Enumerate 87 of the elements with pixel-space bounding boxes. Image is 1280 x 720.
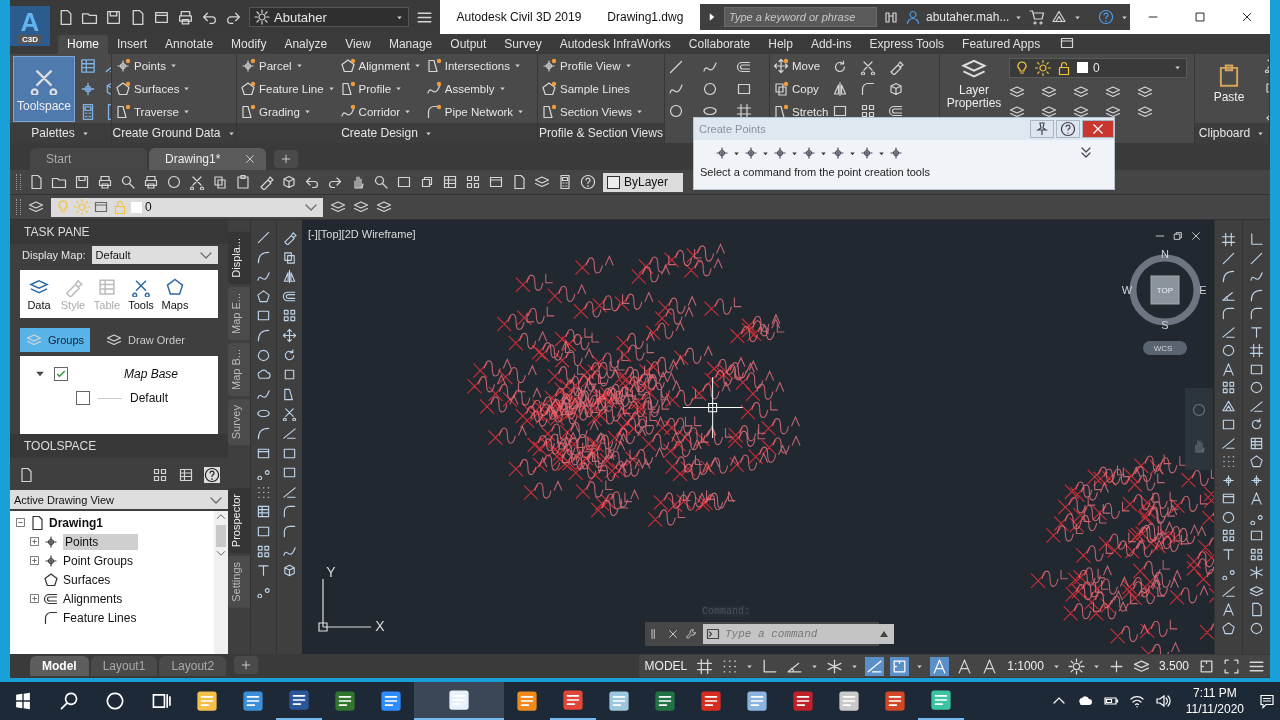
wcs-menu[interactable]: WCS xyxy=(1143,341,1187,355)
tree-item[interactable]: Alignments xyxy=(10,589,214,608)
compass-label[interactable]: E xyxy=(1199,284,1207,296)
layer-dropdown[interactable]: 0 xyxy=(51,197,323,217)
ribbon-tab[interactable]: Help xyxy=(759,35,802,54)
side-tab[interactable]: Prospector xyxy=(228,487,250,554)
ribbon-tool-button[interactable]: Traverse xyxy=(115,102,192,121)
ribbon-tab[interactable]: Featured Apps xyxy=(953,35,1050,54)
side-tab[interactable]: Map B... xyxy=(228,342,250,396)
document-tab[interactable]: Start xyxy=(30,148,147,170)
ribbon-tab[interactable]: Output xyxy=(441,35,496,54)
app-title: Autodesk Civil 3D 2019 xyxy=(456,10,582,24)
layout-tab[interactable]: Layout1 xyxy=(90,656,158,676)
ribbon-tool-button[interactable]: Assembly xyxy=(425,79,526,98)
layer-name[interactable]: Default xyxy=(129,391,168,405)
pane-title: TASK PANE xyxy=(10,220,228,244)
model-space-button[interactable]: MODEL xyxy=(642,659,690,673)
field-label: Display Map: xyxy=(22,249,86,261)
group-name[interactable]: Map Base xyxy=(123,367,178,381)
side-tab[interactable]: Survey xyxy=(228,398,250,445)
ribbon-tool-button[interactable]: Points xyxy=(115,56,192,75)
view-button[interactable]: Groups xyxy=(20,328,91,352)
side-tab[interactable]: Displa... xyxy=(228,232,250,284)
side-tab[interactable]: Settings xyxy=(228,556,250,608)
task-pane-tool[interactable]: Data xyxy=(24,277,54,311)
ribbon-tab[interactable]: Express Tools xyxy=(860,35,954,54)
ribbon-tool-button[interactable]: Alignment xyxy=(339,56,422,75)
annotation-scale-button[interactable]: 1:1000 xyxy=(1005,659,1046,673)
view-button[interactable]: Draw Order xyxy=(100,328,191,352)
ribbon-tool-button[interactable]: Parcel xyxy=(240,56,336,75)
file-name: Drawing1.dwg xyxy=(607,10,684,24)
tree-item[interactable]: Surfaces xyxy=(10,570,214,589)
layer-properties-button[interactable]: Layer Properties xyxy=(943,55,1005,111)
ribbon-tab[interactable]: Add-ins xyxy=(801,35,861,54)
clock[interactable]: 7:11 PM 11/11/2020 xyxy=(1185,685,1244,717)
ribbon-tab[interactable]: View xyxy=(336,35,380,54)
ribbon-tab[interactable]: Modify xyxy=(222,35,276,54)
tree-item[interactable]: Point Groups xyxy=(10,551,214,570)
ribbon-tool-button[interactable]: Move xyxy=(773,56,829,75)
paste-button[interactable]: Paste xyxy=(1198,55,1260,111)
ribbon-tool-button[interactable]: Stretch xyxy=(773,102,829,121)
ribbon-tool-button[interactable]: Surfaces xyxy=(115,79,192,98)
side-tab[interactable]: Map E... xyxy=(228,286,250,340)
linetype-dropdown[interactable]: ByLayer xyxy=(603,172,683,192)
ribbon-tool-button[interactable]: Grading xyxy=(240,102,336,121)
layer-dropdown[interactable]: 0 xyxy=(1009,57,1187,78)
ribbon-tool-button[interactable]: Intersections xyxy=(425,56,526,75)
ribbon-tab[interactable]: Manage xyxy=(379,35,442,54)
lineweight-button[interactable]: 3.500 xyxy=(1156,659,1191,673)
user-menu[interactable]: abutaher.mah... xyxy=(905,9,1024,25)
ribbon-tab[interactable]: Autodesk InfraWorks xyxy=(550,35,680,54)
ribbon-tool-button[interactable]: Sample Lines xyxy=(541,79,645,98)
ribbon-tab[interactable]: Survey xyxy=(495,35,551,54)
pane-title: TOOLSPACE xyxy=(10,434,228,458)
ribbon-tool-button[interactable]: Copy xyxy=(773,79,829,98)
tree-item[interactable]: Points xyxy=(10,532,214,551)
tree-item[interactable]: Feature Lines xyxy=(10,608,214,627)
compass-label[interactable]: N xyxy=(1161,250,1169,260)
ribbon-tool-button[interactable]: Corridor xyxy=(339,102,422,121)
toolbar-title: Create Points xyxy=(699,123,767,135)
application-menu-button[interactable]: A C3D xyxy=(10,6,50,46)
ribbon-tab[interactable]: Insert xyxy=(108,35,157,54)
ribbon-tab[interactable]: Analyze xyxy=(275,35,337,54)
ribbon-tab[interactable]: Annotate xyxy=(156,35,223,54)
search-field[interactable]: Type a keyword or phrase xyxy=(724,7,877,27)
ribbon-tab[interactable]: Home xyxy=(58,35,108,54)
toolspace-button[interactable]: Toolspace xyxy=(13,55,76,122)
viewport-controls-label[interactable]: [-][Top][2D Wireframe] xyxy=(308,228,416,240)
ribbon-tool-button[interactable]: Profile xyxy=(339,79,422,98)
compass-label[interactable]: W xyxy=(1121,284,1133,296)
ribbon-tool-button[interactable]: Section Views xyxy=(541,102,645,121)
display-map-dropdown[interactable]: Default xyxy=(91,246,218,264)
task-pane-tool[interactable]: Maps xyxy=(160,277,190,311)
workspace-dropdown[interactable]: Abutaher xyxy=(249,7,409,27)
ribbon-tab[interactable]: Collaborate xyxy=(679,35,760,54)
ribbon-tool-button[interactable]: Profile View xyxy=(541,56,645,75)
compass-label[interactable]: S xyxy=(1161,319,1169,331)
ribbon-tool-button[interactable]: Pipe Network xyxy=(425,102,526,121)
tree-item[interactable]: Drawing1 xyxy=(10,513,214,532)
layout-tab[interactable]: Model xyxy=(30,656,89,676)
command-field[interactable]: Type a command xyxy=(723,624,874,644)
status-message: Select a command from the point creation tools xyxy=(699,166,931,178)
ribbon-tool-button[interactable]: Feature Line xyxy=(240,79,336,98)
document-tab[interactable]: Drawing1* xyxy=(149,148,266,170)
task-pane-tool[interactable]: Tools xyxy=(126,277,156,311)
layout-tab[interactable]: Layout2 xyxy=(159,656,227,676)
view-dropdown[interactable]: Active Drawing View xyxy=(10,490,228,509)
